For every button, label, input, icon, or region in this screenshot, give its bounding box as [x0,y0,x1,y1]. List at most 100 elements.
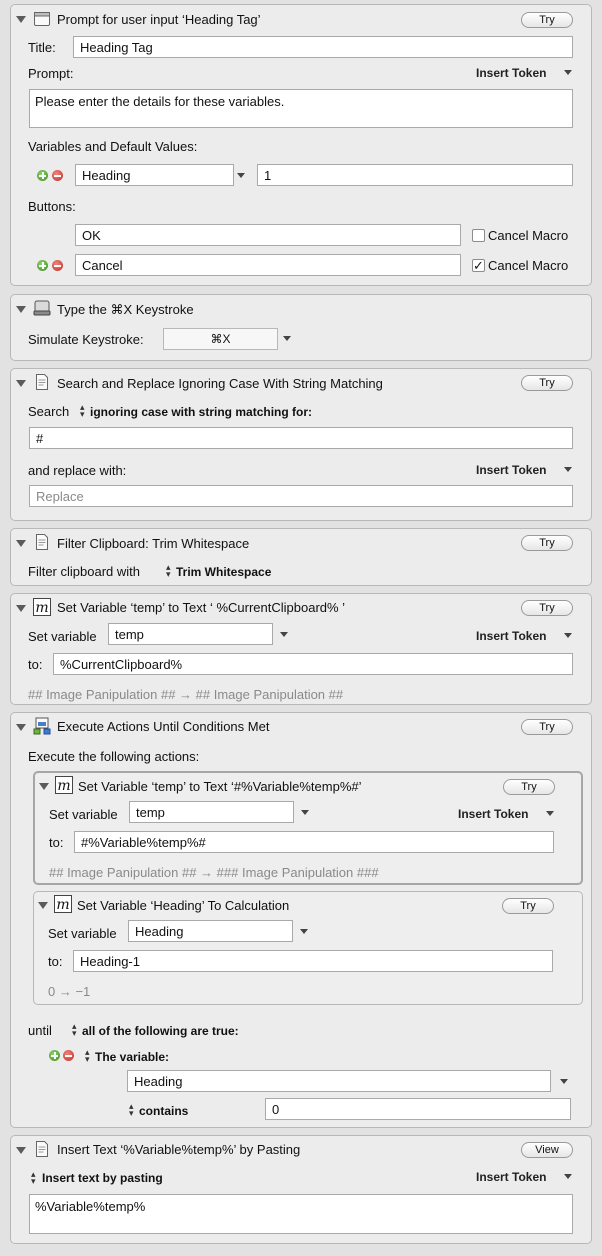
variable-m-icon: m [54,895,72,913]
document-icon [33,373,51,391]
until-mode-menu[interactable]: all of the following are true: [82,1024,239,1038]
minus-icon[interactable] [52,170,63,181]
popup-arrow-icon [564,633,572,638]
action-type-keystroke: Type the ⌘X Keystroke Simulate Keystroke… [10,294,592,361]
button2-field[interactable]: Cancel [75,254,461,276]
insert-token-menu[interactable]: Insert Token [476,1170,546,1184]
insert-token-menu[interactable]: Insert Token [458,807,528,821]
minus-icon[interactable] [52,260,63,271]
svg-text:m: m [56,897,69,913]
to-label: to: [49,835,64,850]
try-button[interactable]: Try [503,779,555,795]
plus-icon[interactable] [49,1050,60,1061]
popup-arrow-icon [564,70,572,75]
stepper-icon[interactable]: ▴ ▾ [129,1102,137,1118]
stepper-icon[interactable]: ▴ ▾ [72,1022,80,1038]
disclosure-triangle-icon[interactable] [38,902,48,909]
popup-arrow-icon[interactable] [280,632,288,637]
document-icon [33,1140,51,1158]
try-button[interactable]: Try [521,375,573,391]
plus-icon[interactable] [37,260,48,271]
popup-arrow-icon [546,811,554,816]
action-title: Insert Text ‘%Variable%temp%’ by Pasting [57,1142,301,1157]
prompt-field[interactable]: Please enter the details for these varia… [29,89,573,128]
cancel-macro-checkbox-2[interactable]: ✓ [472,259,485,272]
popup-arrow-icon[interactable] [301,810,309,815]
execute-label: Execute the following actions: [28,749,200,764]
insert-token-menu[interactable]: Insert Token [476,463,546,477]
set-variable-label: Set variable [48,926,117,941]
button1-field[interactable]: OK [75,224,461,246]
action-title: Prompt for user input ‘Heading Tag’ [57,12,261,27]
condition-value-field[interactable]: 0 [265,1098,571,1120]
variable-default-field[interactable]: 1 [257,164,573,186]
search-field[interactable]: # [29,427,573,449]
keystroke-field[interactable]: ⌘X [163,328,278,350]
insert-token-menu[interactable]: Insert Token [476,629,546,643]
view-button[interactable]: View [521,1142,573,1158]
execute-icon [33,717,51,735]
prompt-label: Prompt: [28,66,74,81]
stepper-icon[interactable]: ▴ ▾ [85,1048,93,1064]
subaction-set-variable-heading[interactable]: m Set Variable ‘Heading’ To Calculation … [33,891,583,1005]
try-button[interactable]: Try [521,535,573,551]
disclosure-triangle-icon[interactable] [16,380,26,387]
disclosure-triangle-icon[interactable] [16,1147,26,1154]
title-field[interactable]: Heading Tag [73,36,573,58]
action-title: Filter Clipboard: Trim Whitespace [57,536,250,551]
variable-name-combo[interactable]: temp [108,623,273,645]
popup-arrow-icon[interactable] [300,929,308,934]
to-field[interactable]: #%Variable%temp%# [74,831,554,853]
disclosure-triangle-icon[interactable] [16,724,26,731]
subaction-set-variable-temp[interactable]: m Set Variable ‘temp’ to Text ‘#%Variabl… [33,771,583,885]
action-title: Type the ⌘X Keystroke [57,302,194,317]
variable-name-combo[interactable]: Heading [75,164,234,186]
window-icon [33,10,51,28]
try-button[interactable]: Try [521,600,573,616]
variable-name-combo[interactable]: temp [129,801,294,823]
search-mode-menu[interactable]: ignoring case with string matching for: [90,405,312,419]
to-field[interactable]: %CurrentClipboard% [53,653,573,675]
try-button[interactable]: Try [521,12,573,28]
variable-name-combo[interactable]: Heading [128,920,293,942]
document-icon [33,533,51,551]
stepper-icon[interactable]: ▴ ▾ [31,1170,39,1186]
title-label: Title: [28,40,56,55]
stepper-icon[interactable]: ▴ ▾ [166,563,174,579]
set-variable-label: Set variable [28,629,97,644]
buttons-label: Buttons: [28,199,76,214]
to-label: to: [28,657,43,672]
popup-arrow-icon[interactable] [560,1079,568,1084]
insert-text-field[interactable]: %Variable%temp% [29,1194,573,1234]
popup-arrow-icon [564,467,572,472]
disclosure-triangle-icon[interactable] [16,306,26,313]
replace-field[interactable]: Replace [29,485,573,507]
disclosure-triangle-icon[interactable] [16,605,26,612]
condition-type-menu[interactable]: The variable: [95,1050,169,1064]
action-title: Search and Replace Ignoring Case With St… [57,376,383,391]
to-field[interactable]: Heading-1 [73,950,553,972]
popup-arrow-icon[interactable] [237,173,245,178]
cancel-macro-label: Cancel Macro [488,258,569,273]
condition-variable-combo[interactable]: Heading [127,1070,551,1092]
minus-icon[interactable] [63,1050,74,1061]
filter-menu[interactable]: Trim Whitespace [176,565,271,579]
insert-token-menu[interactable]: Insert Token [476,66,546,80]
result-preview: 0 → −1 [48,984,91,999]
plus-icon[interactable] [37,170,48,181]
cancel-macro-checkbox-1[interactable] [472,229,485,242]
insert-mode-menu[interactable]: Insert text by pasting [42,1171,163,1185]
set-variable-label: Set variable [49,807,118,822]
stepper-icon[interactable]: ▴ ▾ [80,403,88,419]
condition-operator-menu[interactable]: contains [139,1104,188,1118]
disclosure-triangle-icon[interactable] [39,783,49,790]
svg-text:m: m [57,778,70,794]
popup-arrow-icon [564,1174,572,1179]
variable-m-icon: m [55,776,73,794]
disclosure-triangle-icon[interactable] [16,16,26,23]
popup-arrow-icon[interactable] [283,336,291,341]
action-execute-until: Execute Actions Until Conditions Met Try… [10,712,592,1128]
try-button[interactable]: Try [502,898,554,914]
try-button[interactable]: Try [521,719,573,735]
disclosure-triangle-icon[interactable] [16,540,26,547]
